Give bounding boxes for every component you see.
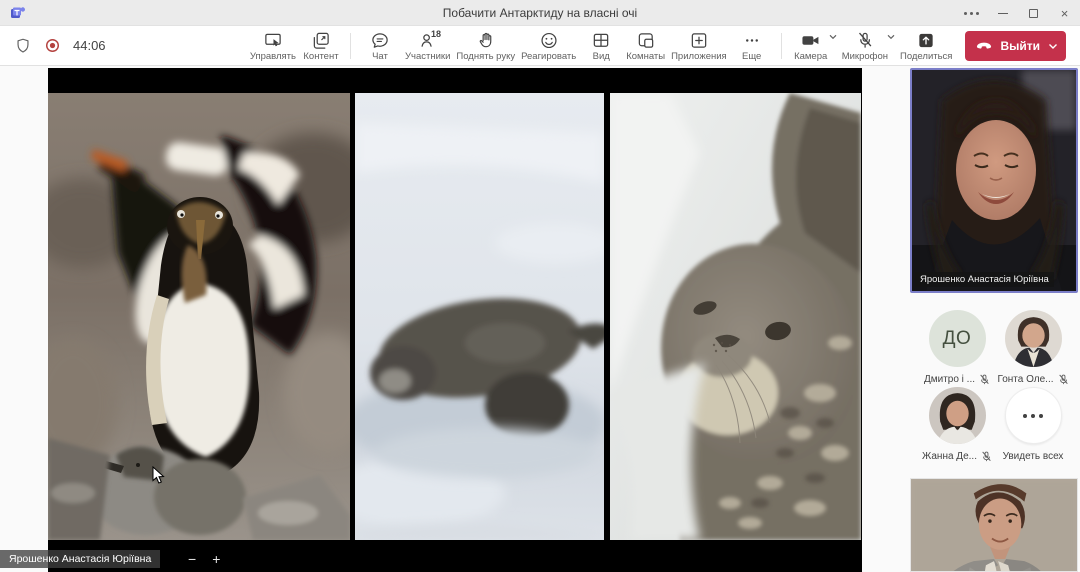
mouse-cursor-icon	[152, 466, 165, 485]
leave-chevron-down-icon[interactable]	[1048, 43, 1058, 50]
apps-label: Приложения	[671, 51, 727, 62]
speaker-video-tile[interactable]: Ярошенко Анастасія Юріївна	[910, 68, 1078, 293]
presenter-name-tag: Ярошенко Анастасія Юріївна	[0, 550, 160, 568]
content-button[interactable]: Контент	[299, 26, 343, 66]
manage-icon	[263, 31, 283, 50]
react-icon	[539, 31, 559, 50]
photo-seal-closeup	[610, 93, 861, 540]
photo-penguins	[48, 93, 350, 540]
rooms-button[interactable]: Комнаты	[623, 26, 668, 66]
shared-content-photos	[48, 93, 862, 540]
participant-name: Дмитро і ...	[924, 374, 975, 385]
meeting-status-group: 44:06	[14, 37, 106, 55]
view-label: Вид	[593, 51, 610, 62]
participant-tile-zhanna[interactable]: Жанна Де...	[918, 387, 996, 462]
camera-label: Камера	[794, 51, 827, 62]
share-button[interactable]: Поделиться	[897, 26, 955, 66]
camera-icon	[800, 31, 822, 50]
zoom-in-button[interactable]: +	[212, 550, 220, 568]
content-label: Контент	[303, 51, 338, 62]
apps-button[interactable]: Приложения	[668, 26, 730, 66]
maximize-icon[interactable]	[1018, 0, 1049, 26]
mic-off-icon	[979, 374, 990, 385]
stage-zoom-controls: − +	[188, 550, 220, 568]
chat-label: Чат	[372, 51, 388, 62]
mic-label: Микрофон	[842, 51, 888, 62]
window-title: Побачити Антарктиду на власні очі	[0, 6, 1080, 20]
more-icon	[742, 31, 762, 50]
participant-tile-dmytro[interactable]: ДО Дмитро і ...	[918, 310, 996, 385]
participant-video-tile[interactable]	[910, 478, 1078, 572]
minimize-icon[interactable]	[987, 0, 1018, 26]
participant-tile-honta[interactable]: Гонта Оле...	[994, 310, 1072, 385]
rooms-icon	[636, 31, 656, 50]
speaker-video	[912, 70, 1076, 291]
photo-seal-snow	[355, 93, 604, 540]
mic-off-icon	[981, 451, 992, 462]
view-button[interactable]: Вид	[579, 26, 623, 66]
titlebar-more-icon[interactable]	[956, 0, 987, 26]
see-all-ellipsis-icon[interactable]	[1005, 387, 1062, 444]
more-button[interactable]: Еще	[730, 26, 774, 66]
teams-logo-icon	[10, 5, 26, 21]
chat-button[interactable]: Чат	[358, 26, 402, 66]
mic-off-icon	[1058, 374, 1069, 385]
toolbar-divider	[350, 33, 351, 59]
recording-icon	[44, 37, 61, 54]
participants-button[interactable]: 18 Участники	[402, 26, 453, 66]
react-button[interactable]: Реагировать	[518, 26, 579, 66]
share-icon	[916, 31, 936, 50]
mic-off-icon	[855, 31, 875, 50]
react-label: Реагировать	[521, 51, 576, 62]
avatar-photo	[929, 387, 986, 444]
chevron-down-icon[interactable]	[829, 34, 837, 40]
shield-icon[interactable]	[14, 37, 32, 55]
avatar-photo	[1005, 310, 1062, 367]
participant-name: Жанна Де...	[922, 451, 977, 462]
leave-label: Выйти	[1000, 39, 1040, 53]
view-icon	[591, 31, 611, 50]
teams-meeting-window: Побачити Антарктиду на власні очі × 44:0…	[0, 0, 1080, 572]
close-icon[interactable]: ×	[1049, 0, 1080, 26]
hangup-icon	[975, 37, 993, 55]
meeting-stage-area: Ярошенко Анастасія Юріївна − +	[0, 66, 1080, 572]
apps-icon	[689, 31, 709, 50]
see-all-tile[interactable]: Увидеть всех	[994, 387, 1072, 462]
avatar-initials: ДО	[929, 310, 986, 367]
rooms-label: Комнаты	[626, 51, 665, 62]
chevron-down-icon[interactable]	[887, 34, 895, 40]
mic-button[interactable]: Микрофон	[839, 26, 891, 66]
raise-hand-label: Поднять руку	[456, 51, 515, 62]
manage-button[interactable]: Управлять	[247, 26, 299, 66]
toolbar-buttons: Управлять Контент Чат	[247, 26, 1066, 66]
more-label: Еще	[742, 51, 761, 62]
zoom-out-button[interactable]: −	[188, 550, 196, 568]
share-label: Поделиться	[900, 51, 952, 62]
participant-name: Гонта Оле...	[997, 374, 1053, 385]
window-controls: ×	[956, 0, 1080, 26]
participant-video	[911, 479, 1077, 572]
camera-button[interactable]: Камера	[789, 26, 833, 66]
chat-icon	[370, 31, 390, 50]
meeting-toolbar: 44:06 Управлять Контент	[0, 26, 1080, 66]
title-bar: Побачити Антарктиду на власні очі ×	[0, 0, 1080, 26]
toolbar-divider	[781, 33, 782, 59]
meeting-timer: 44:06	[73, 38, 106, 53]
speaker-name-label: Ярошенко Анастасія Юріївна	[915, 272, 1054, 287]
leave-button[interactable]: Выйти	[965, 31, 1066, 61]
participants-sidebar: Ярошенко Анастасія Юріївна ДО Дмитро і .…	[908, 66, 1080, 572]
participants-label: Участники	[405, 51, 450, 62]
participants-count-badge: 18	[431, 29, 441, 39]
raise-hand-button[interactable]: Поднять руку	[453, 26, 518, 66]
raise-hand-icon	[476, 31, 496, 50]
see-all-label: Увидеть всех	[1003, 451, 1064, 462]
content-icon	[311, 31, 331, 50]
manage-label: Управлять	[250, 51, 296, 62]
shared-screen-stage[interactable]	[48, 68, 862, 572]
